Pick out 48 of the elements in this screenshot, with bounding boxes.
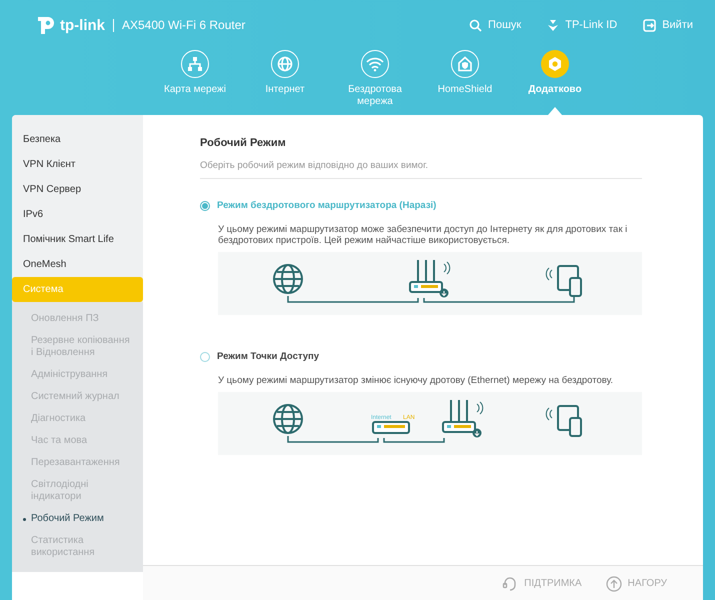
submenu-item[interactable]: Адміністрування [12, 364, 143, 386]
globe-icon [277, 56, 293, 72]
sidebar-item[interactable]: OneMesh [12, 252, 143, 277]
nav-tab[interactable]: Інтернет [250, 50, 320, 110]
mode-description: У цьому режимі маршрутизатор змінює існуючу дротову (Ethernet) мережу на бездротову. [218, 375, 614, 386]
sidebar-item[interactable]: VPN Клієнт [12, 152, 143, 177]
search-icon [469, 18, 482, 32]
home-shield-icon [457, 56, 473, 72]
support-link[interactable]: ПІДТРИМКА [502, 576, 582, 592]
submenu-item[interactable]: Статистика використання [12, 530, 143, 564]
logo-icon [36, 15, 56, 35]
arrow-up-icon [606, 576, 622, 592]
headset-icon [502, 576, 518, 592]
submenu-item[interactable]: Час та мова [12, 430, 143, 452]
nav-tab[interactable]: Додатково [520, 50, 590, 110]
nav-tab[interactable]: Карта мережі [160, 50, 230, 110]
submenu-item[interactable]: Резервне копіювання і Відновлення [12, 330, 143, 364]
search-link[interactable]: Пошук [469, 18, 522, 32]
person-icon [547, 18, 560, 32]
gear-icon [547, 56, 563, 72]
submenu-item[interactable]: Перезавантаження [12, 452, 143, 474]
radio-button[interactable] [200, 200, 210, 210]
submenu-item[interactable]: Світлодіодні індикатори [12, 474, 143, 508]
nav-tab[interactable]: Бездротова мережа [340, 50, 410, 110]
submenu-item[interactable]: Оновлення ПЗ [12, 308, 143, 330]
submenu-item[interactable]: Діагностика [12, 408, 143, 430]
network-map-icon [187, 56, 203, 72]
mode-description: У цьому режимі маршрутизатор може забезпечити доступ до Інтернету як для дротових так і бездротових пристроїв. Цей режим найчастіше використовується. [218, 224, 628, 246]
submenu-item[interactable]: Системний журнал [12, 386, 143, 408]
account-link[interactable]: TP-Link ID [547, 18, 618, 32]
logout-icon [643, 18, 656, 32]
brand-logo-text: tp-link [60, 16, 105, 34]
sidebar-item[interactable]: Система [12, 277, 143, 302]
wifi-icon [366, 56, 384, 72]
mode-radio-option[interactable]: Режим бездротового маршрутизатора (Наразі) [200, 200, 642, 211]
nav-tab[interactable]: HomeShield [430, 50, 500, 110]
up-link[interactable]: НАГОРУ [606, 576, 667, 592]
router-model: AX5400 Wi-Fi 6 Router [122, 18, 246, 32]
page-subtitle: Оберіть робочий режим відповідно до ваших вимог. [200, 160, 642, 179]
mode-radio-option[interactable]: Режим Точки Доступу [200, 351, 642, 362]
sidebar-item[interactable]: Помічник Smart Life [12, 227, 143, 252]
submenu-item[interactable]: Робочий Режим [12, 508, 143, 530]
logout-link[interactable]: Вийти [643, 18, 693, 32]
page-title: Робочий Режим [200, 137, 287, 149]
sidebar-item[interactable]: VPN Сервер [12, 177, 143, 202]
radio-button[interactable] [200, 352, 210, 362]
sidebar-item[interactable]: Безпека [12, 127, 143, 152]
sidebar-item[interactable]: IPv6 [12, 202, 143, 227]
